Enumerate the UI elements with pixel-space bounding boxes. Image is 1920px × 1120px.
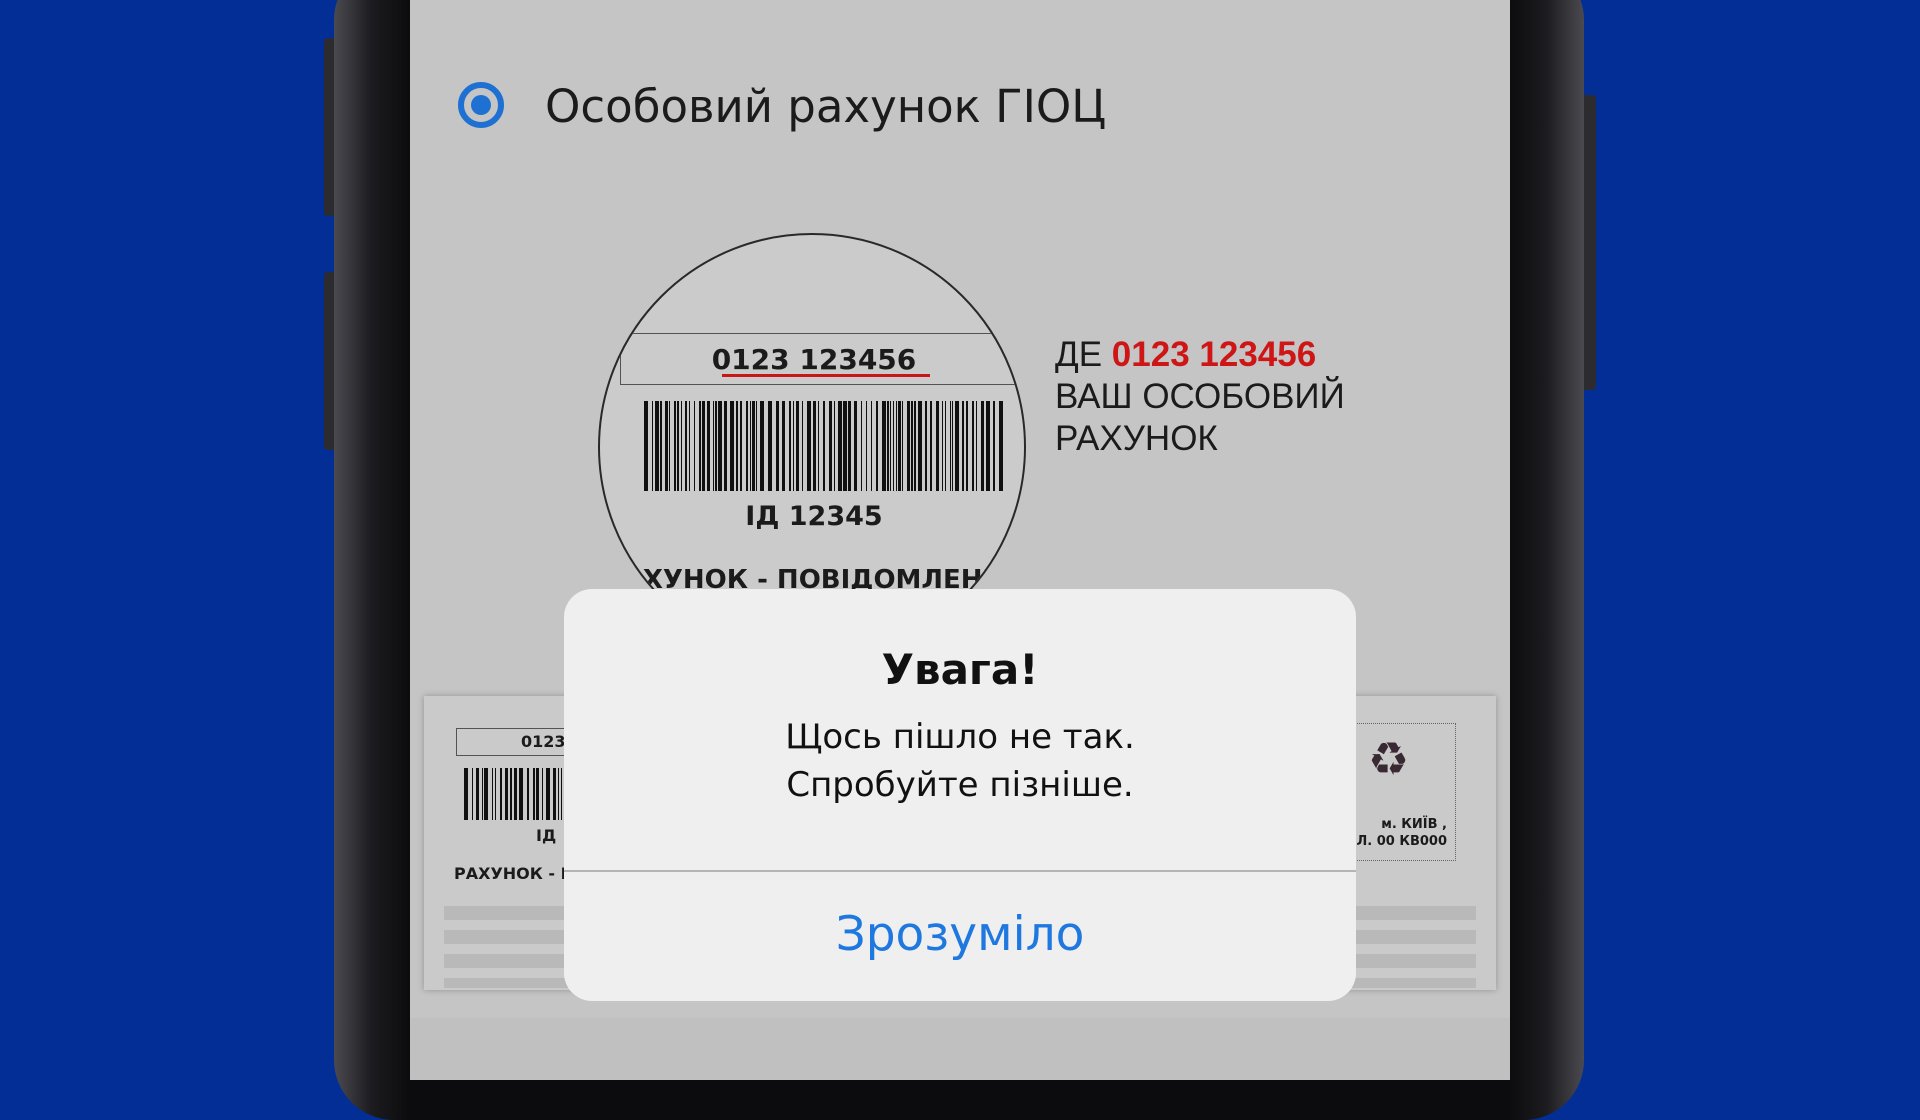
alert-message-line-1: Щось пішло не так. — [785, 717, 1135, 757]
ok-button[interactable]: Зрозуміло — [564, 872, 1356, 1001]
alert-message-line-2: Спробуйте пізніше. — [786, 765, 1134, 805]
power-button — [1582, 95, 1596, 390]
alert-dialog: Увага! Щось пішло не так. Спробуйте пізн… — [564, 589, 1356, 1001]
phone-screen: Особовий рахунок ГІОЦ 0123 123456 ІД 123… — [410, 0, 1510, 1080]
alert-title: Увага! — [881, 645, 1039, 694]
alert-message: Щось пішло не так. Спробуйте пізніше. — [564, 713, 1356, 809]
